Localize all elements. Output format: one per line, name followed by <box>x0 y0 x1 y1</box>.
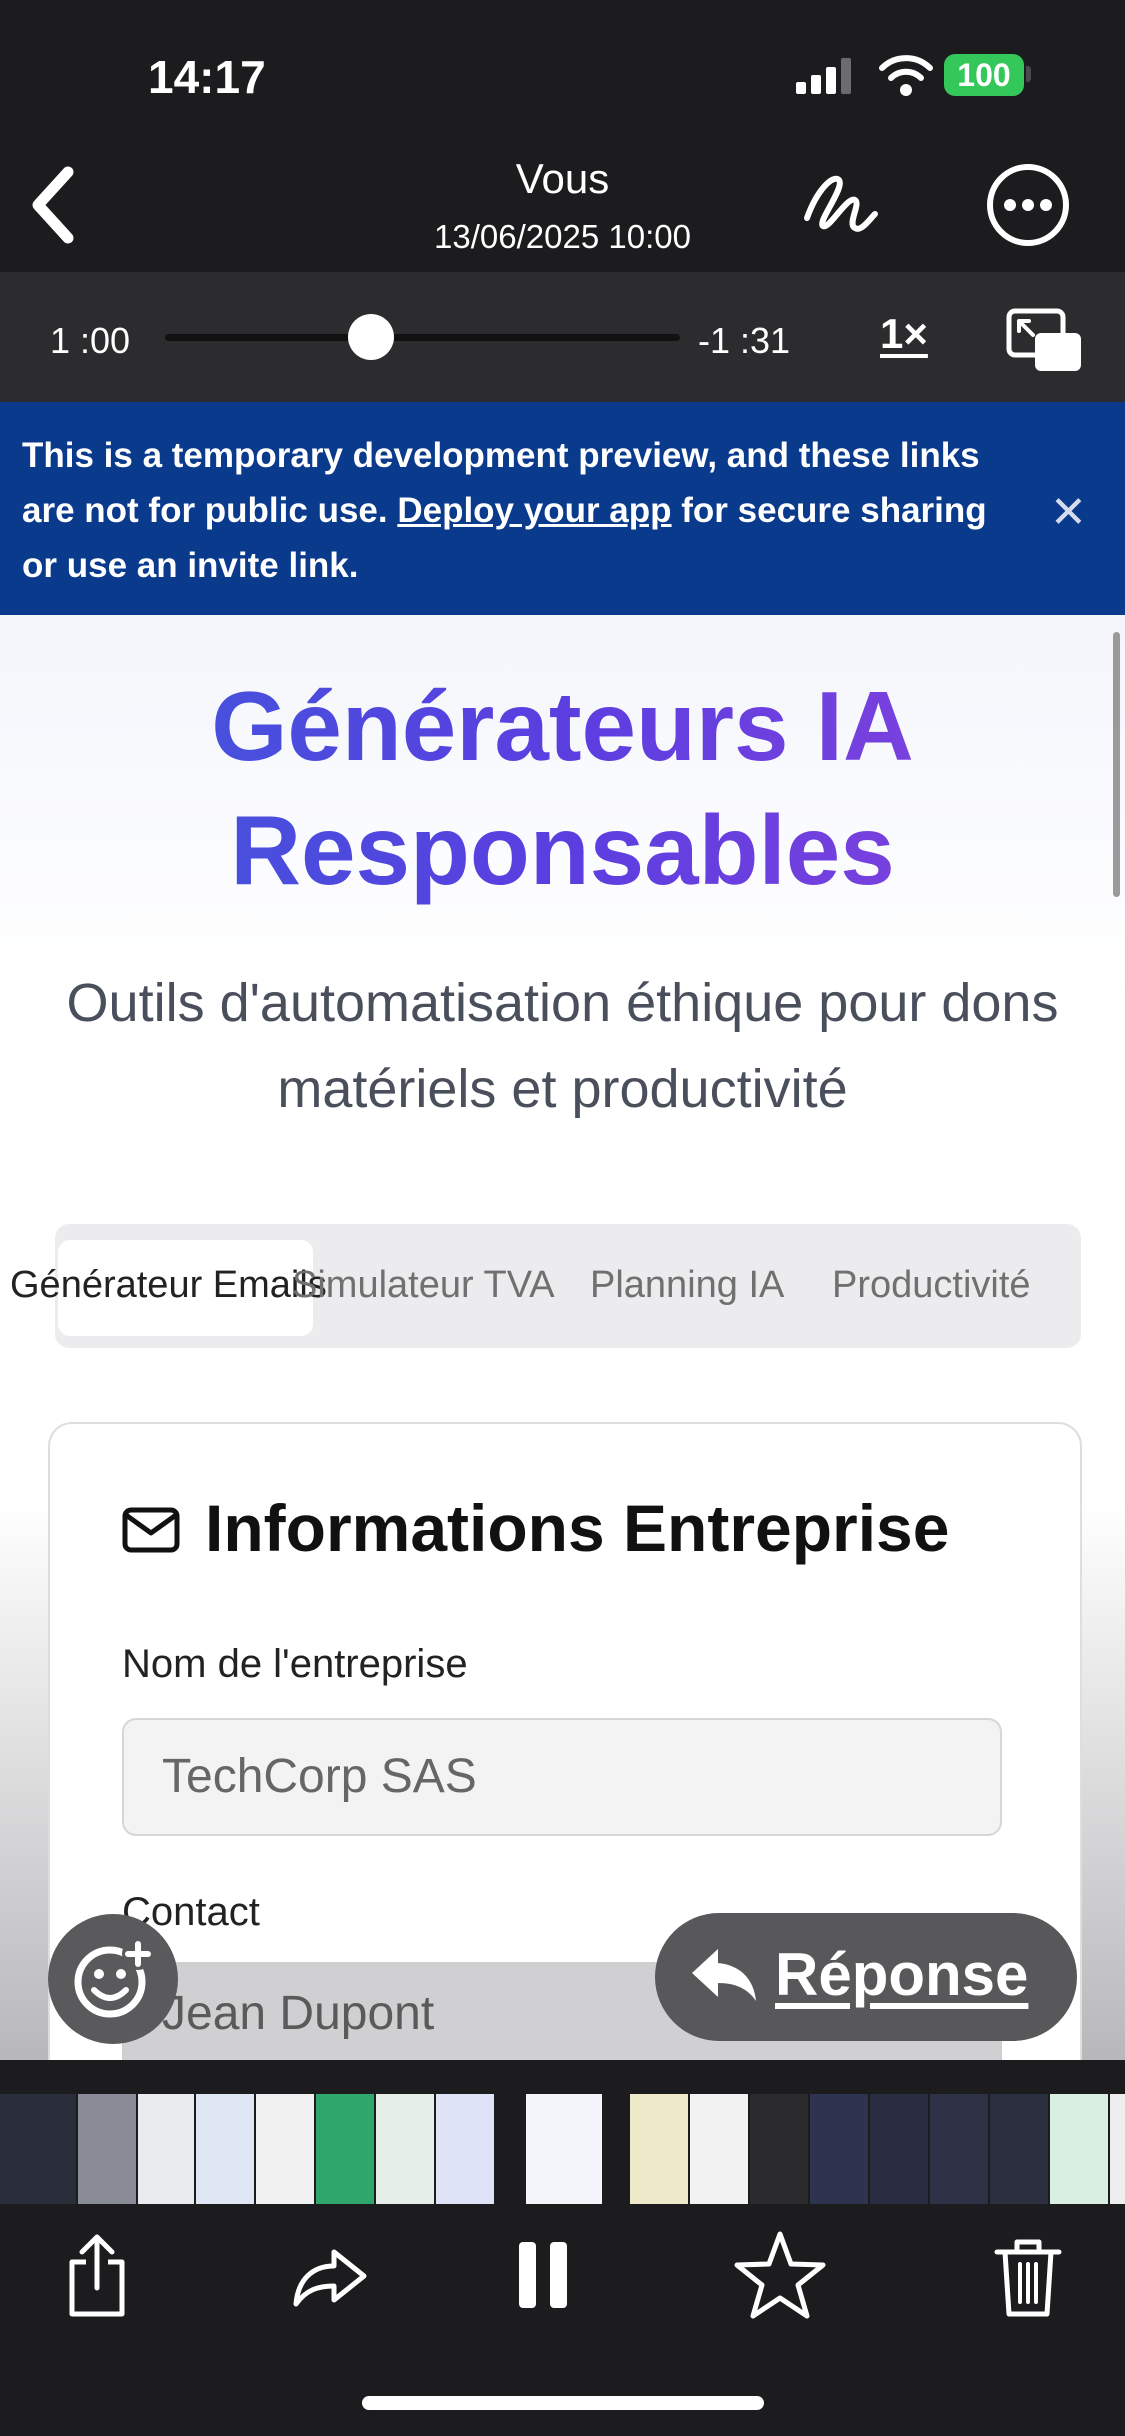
status-time: 14:17 <box>148 51 266 103</box>
thumbnail[interactable] <box>690 2094 748 2204</box>
add-reaction-button[interactable] <box>48 1914 178 2044</box>
card-title: Informations Entreprise <box>205 1491 950 1565</box>
tab-generateur-emails[interactable]: Générateur Emails <box>10 1264 327 1307</box>
page-title: Générateurs IA Responsables <box>0 664 1125 912</box>
nav-title: Vous <box>515 155 610 202</box>
tab-planning-ia[interactable]: Planning IA <box>590 1264 784 1307</box>
time-remaining: -1 :31 <box>698 320 791 361</box>
time-elapsed: 1 :00 <box>50 320 131 361</box>
battery-indicator: 100 <box>944 54 1024 96</box>
dev-preview-banner: This is a temporary development preview,… <box>0 402 1125 615</box>
company-name-input[interactable]: TechCorp SAS <box>122 1718 1002 1836</box>
thumbnail[interactable] <box>316 2094 374 2204</box>
battery-tip <box>1026 66 1031 82</box>
scrubber-track[interactable] <box>165 334 680 341</box>
reply-label: Réponse <box>775 1941 1029 2008</box>
wifi-icon <box>879 55 933 96</box>
thumbnail[interactable] <box>990 2094 1048 2204</box>
reply-arrow-icon <box>692 1949 756 2001</box>
trash-icon[interactable] <box>993 2230 1063 2320</box>
scrubber-handle[interactable] <box>348 314 394 360</box>
home-indicator <box>362 2396 764 2410</box>
playback-speed-button[interactable]: 1× <box>880 310 928 358</box>
more-icon[interactable] <box>983 160 1073 250</box>
thumbnail[interactable] <box>196 2094 254 2204</box>
mail-icon <box>122 1507 180 1553</box>
star-icon[interactable] <box>733 2230 827 2320</box>
close-icon[interactable]: ✕ <box>1050 487 1087 538</box>
thumbnail[interactable] <box>930 2094 988 2204</box>
deploy-app-link[interactable]: Deploy your app <box>397 491 671 530</box>
thumbnail[interactable] <box>138 2094 194 2204</box>
tab-productivite[interactable]: Productivité <box>832 1264 1031 1307</box>
page-subtitle: Outils d'automatisation éthique pour don… <box>66 973 1059 1119</box>
page-title-line2: Responsables <box>230 795 895 905</box>
tab-simulateur-tva[interactable]: Simulateur TVA <box>292 1264 555 1307</box>
thumbnail[interactable] <box>436 2094 494 2204</box>
thumbnail[interactable] <box>750 2094 808 2204</box>
thumbnail[interactable] <box>376 2094 434 2204</box>
thumbnail[interactable] <box>630 2094 688 2204</box>
pip-icon[interactable] <box>1005 305 1085 375</box>
thumbnail[interactable] <box>810 2094 868 2204</box>
thumbnail[interactable] <box>870 2094 928 2204</box>
thumbnail[interactable] <box>1050 2094 1108 2204</box>
share-icon[interactable] <box>62 2230 132 2320</box>
nav-subtitle: 13/06/2025 10:00 <box>434 218 691 255</box>
thumbnail[interactable] <box>1110 2094 1125 2204</box>
page-title-line1: Générateurs IA <box>211 671 914 781</box>
company-name-label: Nom de l'entreprise <box>122 1642 468 1686</box>
forward-icon[interactable] <box>290 2230 370 2320</box>
markup-icon[interactable] <box>795 160 885 250</box>
pause-icon[interactable] <box>515 2230 575 2320</box>
web-content: This is a temporary development preview,… <box>0 402 1125 2060</box>
thumbnail[interactable] <box>0 2094 76 2204</box>
emoji-add-icon <box>74 1938 154 2018</box>
signal-icon <box>796 58 851 94</box>
thumbnail[interactable] <box>256 2094 314 2204</box>
thumbnail-current[interactable] <box>522 2094 602 2204</box>
thumbnail[interactable] <box>78 2094 136 2204</box>
